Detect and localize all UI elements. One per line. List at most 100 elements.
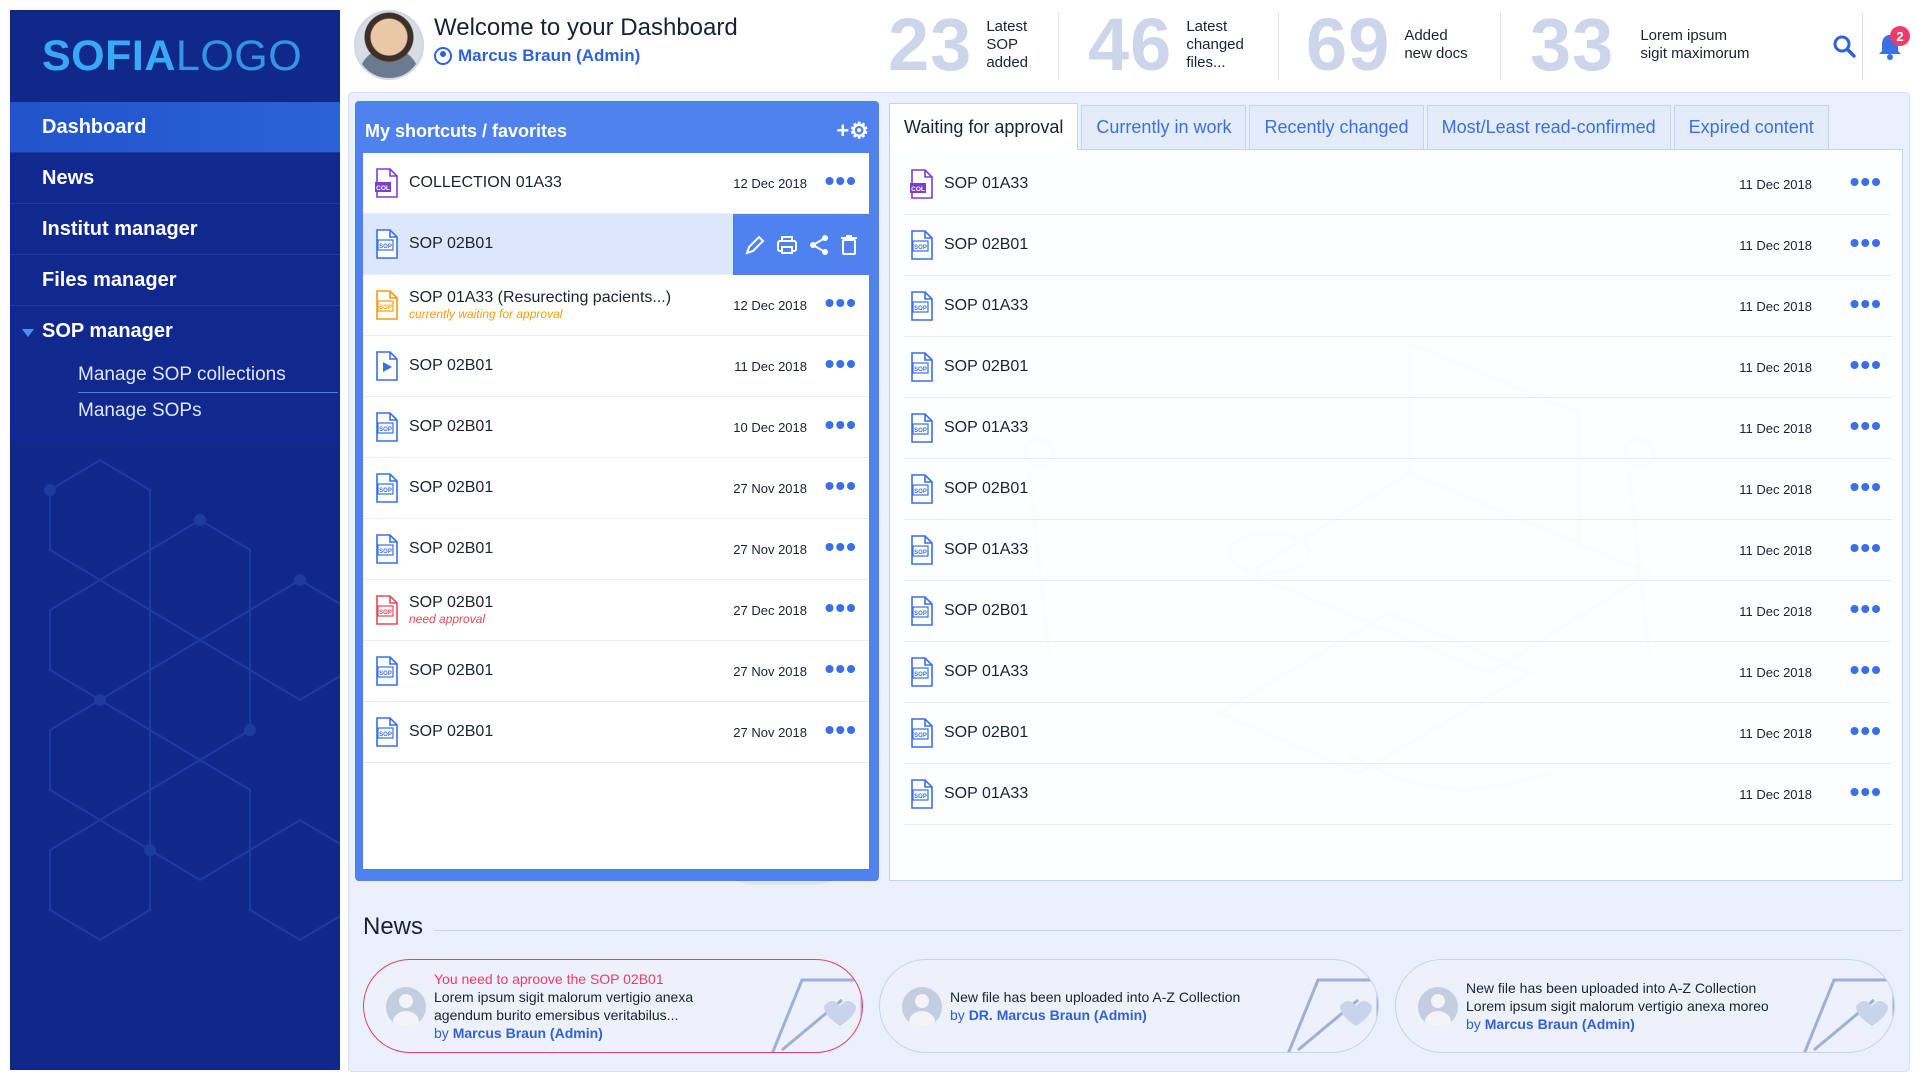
tab-content-list: COL SOP 01A33 11 Dec 2018 ••• SOP SOP 02B01 11…	[889, 149, 1903, 881]
caret-down-icon	[22, 329, 34, 337]
shortcut-row[interactable]: SOP SOP 02B01 27 Nov 2018 •••	[363, 702, 869, 763]
hexagon-pattern-decoration	[44, 458, 340, 942]
more-options-icon[interactable]: •••	[825, 411, 857, 439]
news-card[interactable]: New file has been uploaded into A-Z Coll…	[879, 959, 1379, 1053]
news-author-name[interactable]: Marcus Braun (Admin)	[453, 1025, 603, 1041]
news-card[interactable]: New file has been uploaded into A-Z Coll…	[1395, 959, 1895, 1053]
more-options-icon[interactable]: •••	[1850, 351, 1882, 379]
shortcut-row[interactable]: SOP SOP 02B01 10 Dec 2018 •••	[363, 397, 869, 458]
subnav-manage-sop-collections[interactable]: Manage SOP collections	[78, 357, 338, 393]
more-options-icon[interactable]: •••	[1850, 229, 1882, 257]
shortcut-row[interactable]: SOP SOP 02B01 27 Nov 2018 •••	[363, 519, 869, 580]
document-row[interactable]: SOP SOP 02B01 11 Dec 2018 •••	[904, 459, 1892, 520]
document-row[interactable]: SOP SOP 01A33 11 Dec 2018 •••	[904, 764, 1892, 825]
tab-most-least-read-confirmed[interactable]: Most/Least read-confirmed	[1426, 105, 1671, 149]
news-author-name[interactable]: DR. Marcus Braun (Admin)	[969, 1007, 1147, 1023]
more-options-icon[interactable]: •••	[825, 289, 857, 317]
nav-item-institut-manager[interactable]: Institut manager	[10, 204, 340, 255]
sop-file-icon: SOP	[376, 717, 398, 747]
stat-value: 69	[1306, 3, 1391, 86]
more-options-icon[interactable]: •••	[825, 716, 857, 744]
more-options-icon[interactable]: •••	[1850, 168, 1882, 196]
shortcut-row[interactable]: SOP 02B01 11 Dec 2018 •••	[363, 336, 869, 397]
document-row[interactable]: SOP SOP 01A33 11 Dec 2018 •••	[904, 276, 1892, 337]
brand-logo[interactable]: SOFIA LOGO	[10, 10, 340, 102]
nav-item-news[interactable]: News	[10, 153, 340, 204]
news-card[interactable]: You need to aproove the SOP 02B01 Lorem …	[363, 959, 863, 1053]
stat-value: 33	[1530, 3, 1615, 86]
stat-label-line: new docs	[1404, 45, 1468, 62]
shortcut-row[interactable]: SOP SOP 01A33 (Resurecting pacients...) cu…	[363, 275, 869, 336]
document-name: SOP 01A33	[944, 785, 1029, 802]
more-options-icon[interactable]: •••	[825, 350, 857, 378]
document-row[interactable]: SOP SOP 02B01 11 Dec 2018 •••	[904, 581, 1892, 642]
document-row[interactable]: COL SOP 01A33 11 Dec 2018 •••	[904, 154, 1892, 215]
svg-text:SOP: SOP	[379, 305, 392, 311]
stat-latest-sop[interactable]: 23 Latest SOP added	[888, 8, 1028, 82]
document-row[interactable]: SOP SOP 02B01 11 Dec 2018 •••	[904, 337, 1892, 398]
document-row[interactable]: SOP SOP 02B01 11 Dec 2018 •••	[904, 215, 1892, 276]
share-icon[interactable]	[808, 234, 830, 256]
stat-changed-files[interactable]: 46 Latest changed files...	[1088, 8, 1244, 82]
more-options-icon[interactable]: •••	[825, 655, 857, 683]
tab-currently-in-work[interactable]: Currently in work	[1081, 105, 1247, 149]
nav-item-dashboard[interactable]: Dashboard	[10, 102, 340, 153]
add-settings-button[interactable]: +⚙	[836, 118, 869, 144]
sop-file-icon: SOP	[376, 473, 398, 503]
more-options-icon[interactable]: •••	[825, 533, 857, 561]
subnav-manage-sops[interactable]: Manage SOPs	[78, 393, 328, 429]
svg-text:SOP: SOP	[914, 550, 927, 556]
more-options-icon[interactable]: •••	[1850, 534, 1882, 562]
clipboard-heart-icon	[1803, 978, 1894, 1052]
trash-icon[interactable]	[840, 234, 858, 256]
document-row[interactable]: SOP SOP 01A33 11 Dec 2018 •••	[904, 398, 1892, 459]
document-date: 11 Dec 2018	[1739, 298, 1812, 314]
nav-item-sop-manager[interactable]: SOP manager	[10, 306, 340, 357]
shortcut-row[interactable]: SOP SOP 02B01 27 Nov 2018 •••	[363, 641, 869, 702]
news-line: New file has been uploaded into A-Z Coll…	[950, 989, 1241, 1005]
document-date: 11 Dec 2018	[1739, 359, 1812, 375]
sop-file-icon-alert: SOP	[376, 595, 398, 625]
shortcut-date: 27 Nov 2018	[733, 663, 807, 679]
edit-icon[interactable]	[744, 234, 766, 256]
more-options-icon[interactable]: •••	[825, 167, 857, 195]
more-options-icon[interactable]: •••	[1850, 473, 1882, 501]
news-card-text: New file has been uploaded into A-Z Coll…	[1466, 979, 1796, 1033]
more-options-icon[interactable]: •••	[1850, 717, 1882, 745]
divider	[1862, 12, 1863, 80]
document-row[interactable]: SOP SOP 01A33 11 Dec 2018 •••	[904, 520, 1892, 581]
document-row[interactable]: SOP SOP 02B01 11 Dec 2018 •••	[904, 703, 1892, 764]
news-section-title: News	[363, 913, 424, 940]
more-options-icon[interactable]: •••	[825, 594, 857, 622]
document-row[interactable]: SOP SOP 01A33 11 Dec 2018 •••	[904, 642, 1892, 703]
tab-expired-content[interactable]: Expired content	[1673, 105, 1829, 149]
more-options-icon[interactable]: •••	[1850, 595, 1882, 623]
user-avatar[interactable]	[354, 10, 424, 80]
search-icon[interactable]	[1832, 34, 1856, 58]
shortcut-row-text: SOP 02B01	[399, 479, 493, 497]
more-options-icon[interactable]: •••	[1850, 290, 1882, 318]
shortcut-row-text: SOP 02B01	[399, 418, 493, 436]
svg-text:SOP: SOP	[914, 367, 927, 373]
svg-text:SOP: SOP	[379, 671, 392, 677]
more-options-icon[interactable]: •••	[825, 472, 857, 500]
print-icon[interactable]	[776, 234, 798, 256]
current-user-name: Marcus Braun (Admin)	[458, 46, 641, 65]
shortcut-row[interactable]: SOP SOP 02B01	[363, 214, 869, 275]
current-user[interactable]: Marcus Braun (Admin)	[434, 46, 640, 66]
more-options-icon[interactable]: •••	[1850, 412, 1882, 440]
news-author-name[interactable]: Marcus Braun (Admin)	[1485, 1016, 1635, 1032]
shortcut-row[interactable]: COL COLLECTION 01A33 12 Dec 2018 •••	[363, 153, 869, 214]
stat-lorem[interactable]: 33 Lorem ipsum sigit maximorum	[1530, 8, 1750, 82]
sop-file-icon: SOP	[376, 412, 398, 442]
stat-added-docs[interactable]: 69 Added new docs	[1306, 8, 1468, 82]
stat-label-line: Latest	[986, 18, 1028, 35]
shortcut-date: 11 Dec 2018	[734, 358, 807, 374]
more-options-icon[interactable]: •••	[1850, 656, 1882, 684]
tab-waiting-for-approval[interactable]: Waiting for approval	[889, 103, 1079, 150]
tab-recently-changed[interactable]: Recently changed	[1249, 105, 1424, 149]
shortcut-row[interactable]: SOP SOP 02B01 27 Nov 2018 •••	[363, 458, 869, 519]
more-options-icon[interactable]: •••	[1850, 778, 1882, 806]
shortcut-row[interactable]: SOP SOP 02B01 need approval 27 Dec 2018 •••	[363, 580, 869, 641]
nav-item-files-manager[interactable]: Files manager	[10, 255, 340, 306]
